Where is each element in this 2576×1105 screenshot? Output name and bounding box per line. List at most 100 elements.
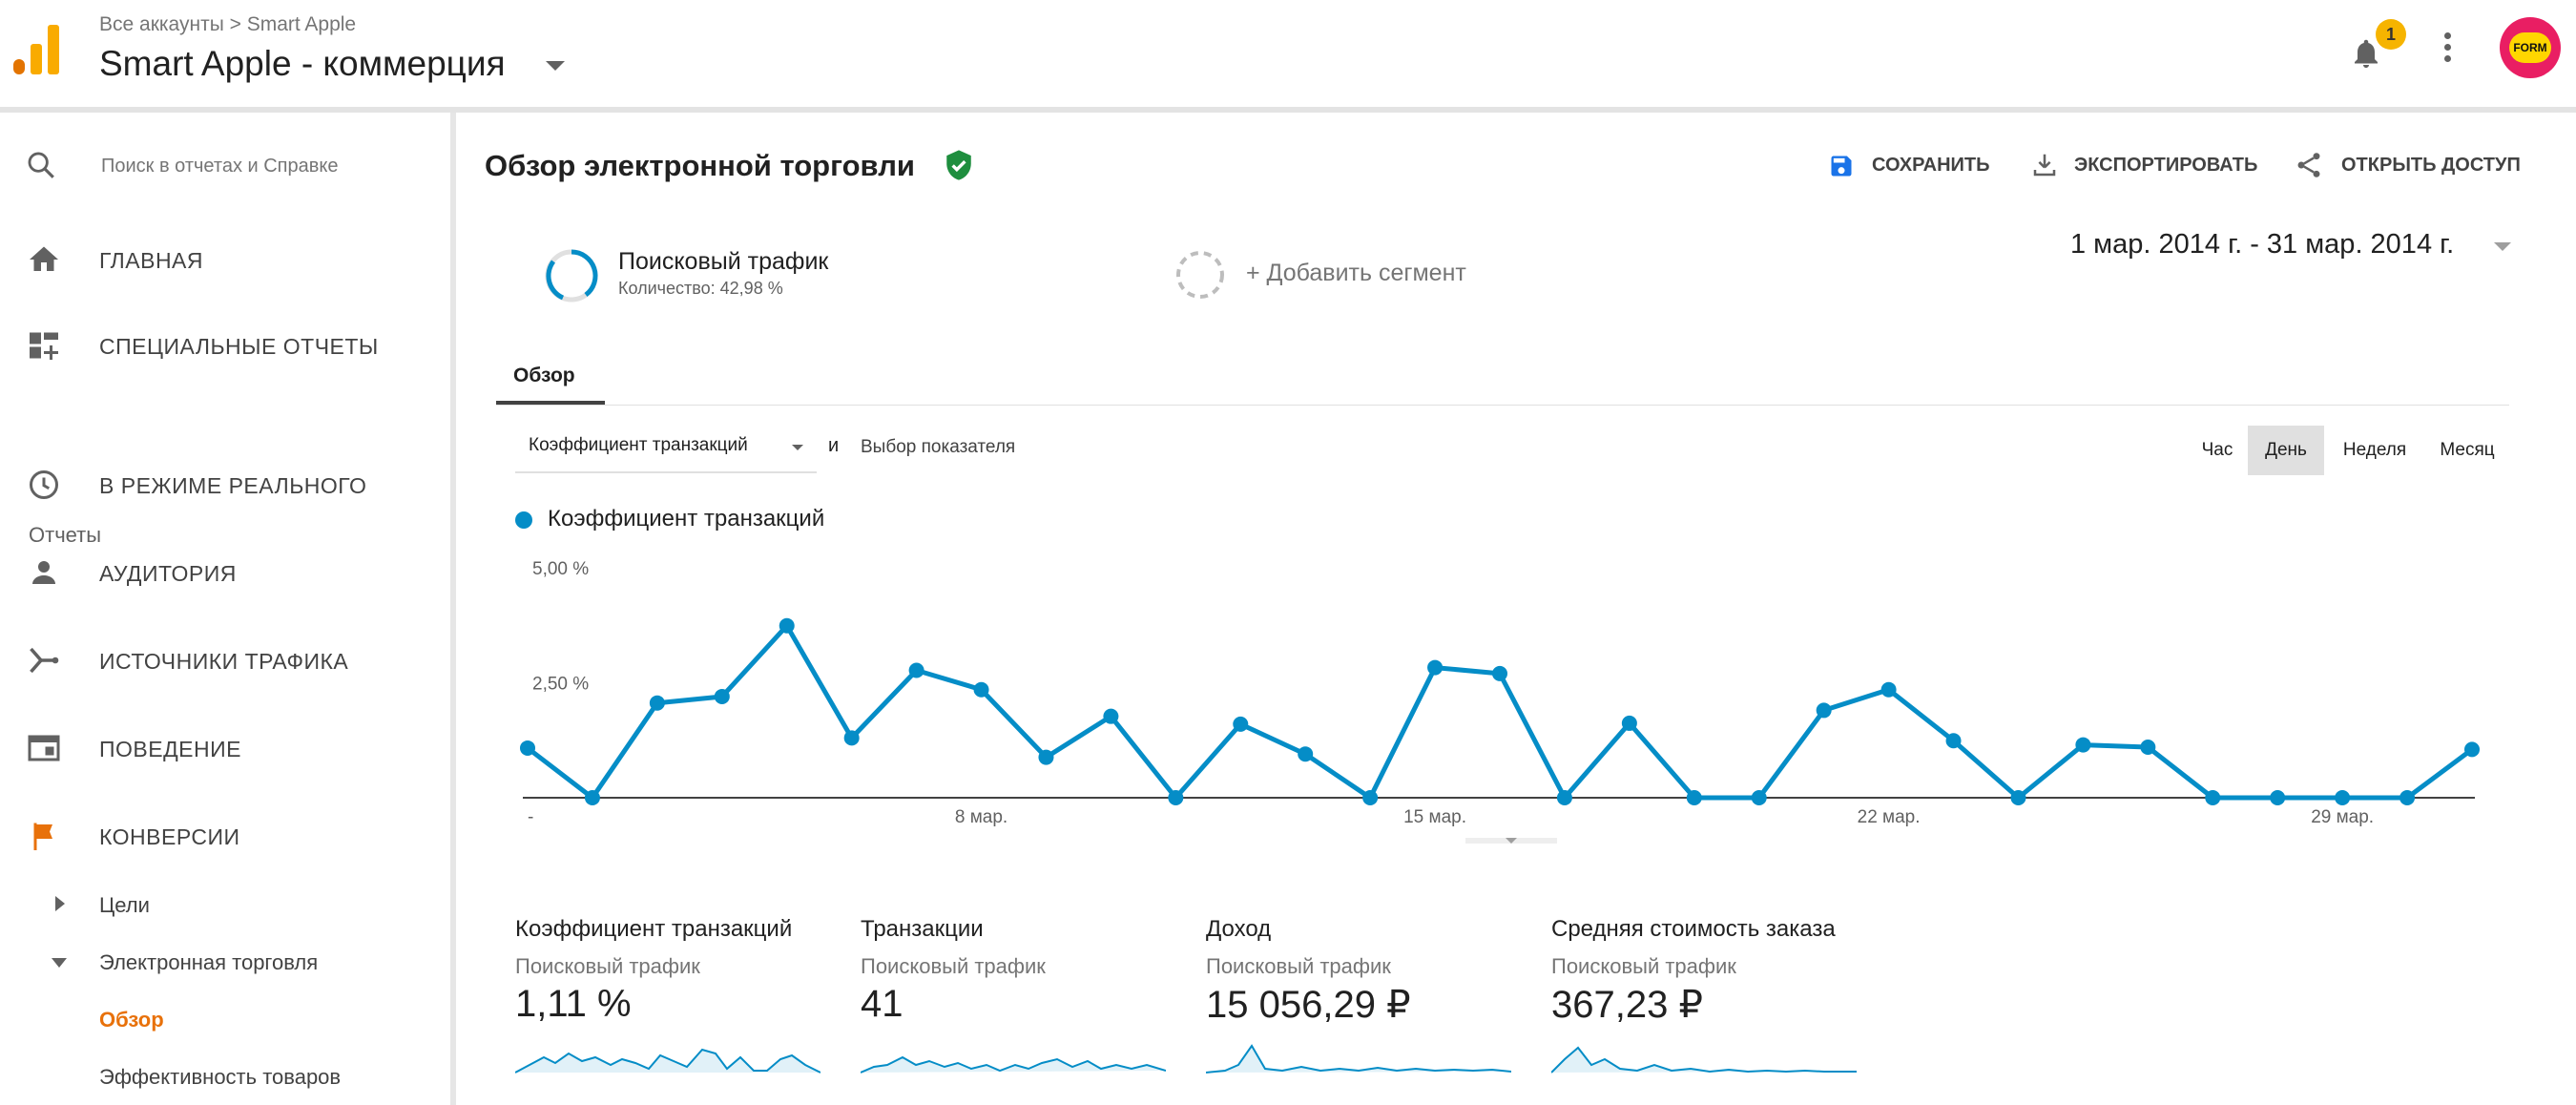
export-button[interactable]: ЭКСПОРТИРОВАТЬ: [2030, 149, 2259, 183]
acquisition-icon: [30, 647, 59, 674]
data-point: [2335, 790, 2351, 805]
data-point: [2205, 790, 2221, 805]
clock-icon: [30, 470, 58, 499]
segment-name[interactable]: Поисковый трафик: [618, 248, 828, 276]
save-button[interactable]: СОХРАНИТЬ: [1828, 149, 2000, 183]
sidebar-subitem-label: Обзор: [99, 1008, 164, 1032]
scorecard-transaction-rate[interactable]: Коэффициент транзакций Поисковый трафик …: [515, 916, 840, 1105]
scorecard-sparkline: [515, 1048, 821, 1074]
segment-ring-icon[interactable]: [542, 246, 601, 305]
data-point: [1233, 716, 1249, 732]
chart-resize-handle[interactable]: [1465, 832, 1557, 849]
granularity-toggle: Час День Неделя Месяц: [2187, 426, 2509, 475]
scorecard-sparkline: [861, 1055, 1166, 1074]
analytics-logo-icon[interactable]: [13, 23, 61, 74]
segment-share: Количество: 42,98 %: [618, 279, 783, 298]
sidebar-item-realtime[interactable]: В РЕЖИМЕ РЕАЛЬНОГО: [0, 454, 450, 515]
sidebar-item-label: ГЛАВНАЯ: [99, 248, 203, 273]
sidebar-subitem-overview[interactable]: Обзор: [0, 996, 450, 1042]
scorecard-title: Доход: [1206, 916, 1272, 942]
series-line: [526, 623, 2474, 801]
more-vert-icon[interactable]: [2442, 31, 2452, 65]
sidebar-item-home[interactable]: ГЛАВНАЯ: [0, 229, 450, 290]
sidebar-item-custom-reports[interactable]: СПЕЦИАЛЬНЫЕ ОТЧЕТЫ: [0, 315, 450, 376]
scorecard-segment: Поисковый трафик: [1551, 954, 1736, 978]
data-point: [1103, 708, 1119, 724]
behavior-icon: [28, 735, 60, 761]
data-point: [1427, 659, 1444, 676]
data-point: [1556, 790, 1572, 805]
scorecard-sparkline: [1551, 1046, 1857, 1074]
sidebar-item-audience[interactable]: АУДИТОРИЯ: [0, 542, 450, 603]
x-tick-label: -: [528, 807, 533, 827]
person-icon: [32, 561, 55, 584]
add-segment-button[interactable]: + Добавить сегмент: [1246, 260, 1466, 287]
granularity-hour-button[interactable]: Час: [2187, 426, 2248, 475]
search-box[interactable]: [0, 134, 450, 195]
save-label: СОХРАНИТЬ: [1872, 155, 1990, 176]
data-point: [520, 740, 535, 756]
sidebar: ГЛАВНАЯ СПЕЦИАЛЬНЫЕ ОТЧЕТЫ Отчеты В РЕЖИ…: [0, 113, 450, 1105]
data-point: [843, 730, 860, 746]
share-label: ОТКРЫТЬ ДОСТУП: [2341, 155, 2521, 176]
sidebar-divider: [450, 113, 456, 1105]
breadcrumb[interactable]: Все аккаунты > Smart Apple: [99, 13, 356, 36]
sidebar-item-conversions[interactable]: КОНВЕРСИИ: [0, 805, 450, 866]
tab-overview[interactable]: Обзор: [496, 351, 605, 405]
select-metric-link[interactable]: Выбор показателя: [861, 437, 1015, 458]
x-tick-label: 15 мар.: [1403, 807, 1466, 827]
sidebar-item-label: КОНВЕРСИИ: [99, 824, 240, 849]
sidebar-subitem-product-performance[interactable]: Эффективность товаров: [0, 1053, 450, 1099]
data-point: [1298, 746, 1314, 762]
scorecard-segment: Поисковый трафик: [1206, 954, 1391, 978]
data-point: [2270, 790, 2286, 805]
y-tick-label: 5,00 %: [532, 559, 589, 579]
scorecard-value: 1,11 %: [515, 983, 632, 1025]
search-icon: [28, 152, 54, 178]
tab-divider: [496, 405, 2509, 406]
metric-dropdown-label: Коэффициент транзакций: [529, 435, 748, 455]
home-icon: [30, 246, 58, 271]
sidebar-subitem-goals[interactable]: Цели: [0, 882, 450, 928]
sidebar-item-behavior[interactable]: ПОВЕДЕНИЕ: [0, 718, 450, 779]
download-icon: [2033, 154, 2056, 177]
and-label: и: [828, 435, 840, 456]
data-point: [1686, 790, 1702, 805]
scorecard-revenue[interactable]: Доход Поисковый трафик 15 056,29 ₽: [1206, 916, 1530, 1105]
granularity-month-button[interactable]: Месяц: [2425, 426, 2509, 475]
granularity-day-button[interactable]: День: [2248, 426, 2324, 475]
scorecard-title: Транзакции: [861, 916, 984, 942]
share-button[interactable]: ОТКРЫТЬ ДОСТУП: [2294, 149, 2523, 183]
share-icon: [2297, 153, 2320, 177]
sidebar-subitem-ecommerce[interactable]: Электронная торговля: [0, 939, 450, 985]
data-point: [1945, 733, 1962, 749]
chevron-down-icon[interactable]: [546, 61, 565, 71]
granularity-week-button[interactable]: Неделя: [2324, 426, 2425, 475]
scorecard-avg-order-value[interactable]: Средняя стоимость заказа Поисковый трафи…: [1551, 916, 1876, 1105]
scorecard-title: Коэффициент транзакций: [515, 916, 793, 942]
y-tick-label: 2,50 %: [532, 675, 589, 695]
chevron-down-icon[interactable]: [2494, 242, 2511, 251]
property-title[interactable]: Smart Apple - коммерция: [99, 44, 506, 84]
data-point: [1038, 749, 1054, 765]
scorecard-transactions[interactable]: Транзакции Поисковый трафик 41: [861, 916, 1185, 1105]
metric-dropdown[interactable]: Коэффициент транзакций: [515, 426, 817, 473]
scorecard-value: 367,23 ₽: [1551, 984, 1703, 1026]
avatar[interactable]: FORM: [2500, 17, 2561, 78]
data-point: [2464, 741, 2480, 758]
data-point: [1751, 790, 1767, 805]
notification-badge[interactable]: 1: [2376, 19, 2406, 50]
add-segment-icon[interactable]: [1174, 248, 1227, 302]
search-input[interactable]: [99, 151, 408, 181]
save-icon: [1831, 156, 1852, 177]
sidebar-subitem-label: Цели: [99, 893, 150, 917]
scorecard-value: 15 056,29 ₽: [1206, 984, 1411, 1026]
top-header: Все аккаунты > Smart Apple Smart Apple -…: [0, 0, 2576, 107]
data-point: [1168, 790, 1184, 805]
sidebar-item-acquisition[interactable]: ИСТОЧНИКИ ТРАФИКА: [0, 630, 450, 691]
scorecard-value: 41: [861, 983, 904, 1025]
data-point: [1621, 715, 1637, 731]
tab-overview-label: Обзор: [513, 365, 575, 386]
date-range-picker[interactable]: 1 мар. 2014 г. - 31 мар. 2014 г.: [2070, 229, 2454, 261]
sidebar-subitem-label: Электронная торговля: [99, 950, 319, 974]
